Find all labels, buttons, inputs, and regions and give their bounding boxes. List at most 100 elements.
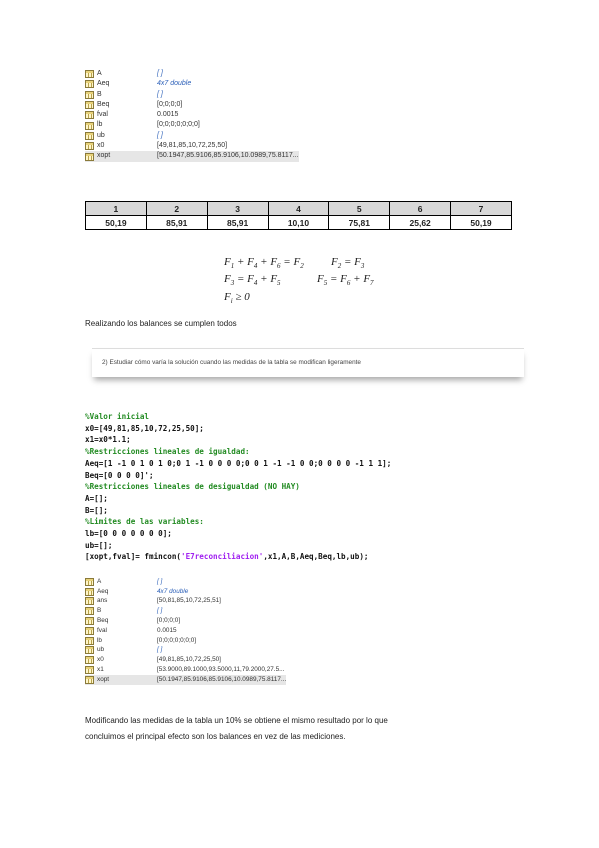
matlab-code: %Valor inicial x0=[49,81,85,10,72,25,50]… [85,411,391,563]
table-cell: 25,62 [389,215,452,230]
variable-value: [ ] [157,70,163,77]
code-line: ,x1,A,B,Aeq,Beq,lb,ub); [263,552,369,562]
matrix-icon [85,666,94,675]
variable-name: lb [97,121,103,129]
matrix-icon [85,111,94,120]
variable-name: xopt [97,152,111,160]
workspace-variable-row[interactable]: ub [ ] [85,131,299,141]
variable-name: fval [97,626,107,634]
workspace-variable-row[interactable]: x0 [49,81,85,10,72,25,50] [85,655,286,665]
variable-name: Aeq [97,587,109,595]
table-header-cell: 7 [450,201,512,216]
variable-name: Beq [97,616,109,624]
variable-name: fval [97,111,108,119]
table-header-row: 1234567 [85,201,512,216]
variable-value: 0.0015 [157,626,177,634]
balances-text: Realizando los balances se cumplen todos [85,319,237,328]
workspace-panel-2: A [ ] Aeq 4x7 double ans [50,81,85,10,72,25,5… [85,577,287,685]
matrix-icon [85,131,94,140]
variable-value: [ ] [157,90,163,98]
variable-name: ans [97,597,108,605]
variable-value: [ ] [157,131,163,139]
code-line: B=[]; [85,505,108,515]
variable-name: Aeq [97,80,110,88]
workspace-variable-row[interactable]: A [ ] [85,577,286,587]
workspace-variable-row[interactable]: x1 [53.9000,89.1000,93.5000,11,79.2000,27… [85,665,286,675]
equation-row1-right: F2 = F3 [331,256,365,271]
variable-value: [50,81,85,10,72,25,51] [157,597,221,605]
variable-value: [49,81,85,10,72,25,50] [157,142,228,150]
workspace-variable-row[interactable]: x0 [49,81,85,10,72,25,50] [85,141,299,151]
code-line: ub=[]; [85,540,113,550]
code-line: lb=[0 0 0 0 0 0 0]; [85,529,172,539]
workspace-variable-row[interactable]: ans [50,81,85,10,72,25,51] [85,597,286,607]
results-table: 1234567 50,19 85,91 85,91 10,10 75,81 25,62 50… [85,201,512,230]
table-header-cell: 5 [328,201,391,216]
variable-name: ub [97,131,105,139]
question-screenshot: 2) Estudiar cómo varía la solución cuand… [92,348,524,377]
matrix-icon [85,90,94,99]
matrix-icon [85,597,94,606]
matrix-icon [85,142,94,151]
variable-value: [ ] [157,607,163,615]
question-text: 2) Estudiar cómo varía la solución cuand… [102,359,361,366]
table-cell: 50,19 [450,215,512,230]
code-comment: %Restricciones lineales de desigualdad (… [85,482,300,492]
workspace-variable-row[interactable]: xopt [50.1947,85.9106,85.9106,10.0989,75.… [85,674,287,685]
table-cell: 10,10 [267,215,330,230]
workspace-variable-row[interactable]: ub [ ] [85,646,286,656]
matrix-icon [85,656,94,665]
variable-value: [0;0;0;0;0;0;0] [157,636,197,644]
code-line: x1=x0*1.1; [85,435,131,445]
variable-name: A [97,577,102,585]
equation-row2-right: F5 = F6 + F7 [317,273,374,288]
variable-value: 4x7 double [157,80,192,88]
variable-name: B [97,90,102,98]
variable-name: ub [97,646,105,654]
workspace-variable-row[interactable]: fval 0.0015 [85,626,286,636]
variable-name: xopt [97,675,110,683]
workspace-variable-row[interactable]: B [ ] [85,90,299,100]
workspace-variable-row[interactable]: A [ ] [85,69,299,79]
matrix-icon [85,587,94,596]
variable-value: 0.0015 [157,111,179,119]
variable-value: [49,81,85,10,72,25,50] [157,656,221,664]
variable-name: x0 [97,142,105,150]
workspace-variable-row[interactable]: lb [0;0;0;0;0;0;0] [85,120,299,130]
workspace-variable-row[interactable]: Beq [0;0;0;0] [85,616,286,626]
table-row: 50,19 85,91 85,91 10,10 75,81 25,62 50,19 [85,215,512,230]
workspace-panel-1: A [ ] Aeq 4x7 double B [ ] Beq [0;0;0;0] fval 0.0… [85,69,299,162]
code-line: Beq=[0 0 0 0]'; [85,470,154,480]
workspace-variable-row[interactable]: Beq [0;0;0;0] [85,100,299,110]
matrix-icon [85,121,94,130]
workspace-variable-row[interactable]: xopt [50.1947,85.9106,85.9106,10.0989,75.… [85,151,299,162]
variable-value: [53.9000,89.1000,93.5000,11,79.2000,27.5… [157,665,285,673]
variable-value: [50.1947,85.9106,85.9106,10.0989,75.8117… [157,675,287,683]
code-line: Aeq=[1 -1 0 1 0 1 0;0 1 -1 0 0 0 0;0 0 1… [85,458,392,468]
workspace-variable-row[interactable]: fval 0.0015 [85,110,299,120]
conclusion-line-2: concluimos el principal efecto son los b… [85,732,346,741]
code-comment: %Limites de las variables: [85,517,204,527]
variable-name: x0 [97,656,104,664]
code-comment: %Valor inicial [85,412,150,421]
table-header-cell: 2 [145,201,208,216]
variable-value: [0;0;0;0;0;0;0] [157,121,200,129]
code-string: 'E7reconciliacion' [181,552,264,562]
conclusion-line-1: Modificando las medidas de la tabla un 1… [85,716,388,725]
variable-name: Beq [97,100,110,108]
matrix-icon [85,70,94,79]
equation-row1-left: F1 + F4 + F6 = F2 [224,256,304,271]
code-comment: %Restricciones lineales de igualdad: [85,447,250,457]
workspace-variable-row[interactable]: Aeq 4x7 double [85,79,299,89]
variable-name: A [97,70,102,77]
workspace-variable-row[interactable]: lb [0;0;0;0;0;0;0] [85,636,286,646]
workspace-variable-row[interactable]: Aeq 4x7 double [85,587,286,597]
table-header-cell: 4 [267,201,330,216]
code-line: [xopt,fval]= fmincon( [85,552,182,562]
table-header-cell: 3 [206,201,269,216]
code-line: x0=[49,81,85,10,72,25,50]; [85,423,204,433]
matrix-icon [85,152,94,161]
variable-value: [0;0;0;0] [157,100,183,108]
workspace-variable-row[interactable]: B [ ] [85,606,286,616]
matrix-icon [85,636,94,645]
